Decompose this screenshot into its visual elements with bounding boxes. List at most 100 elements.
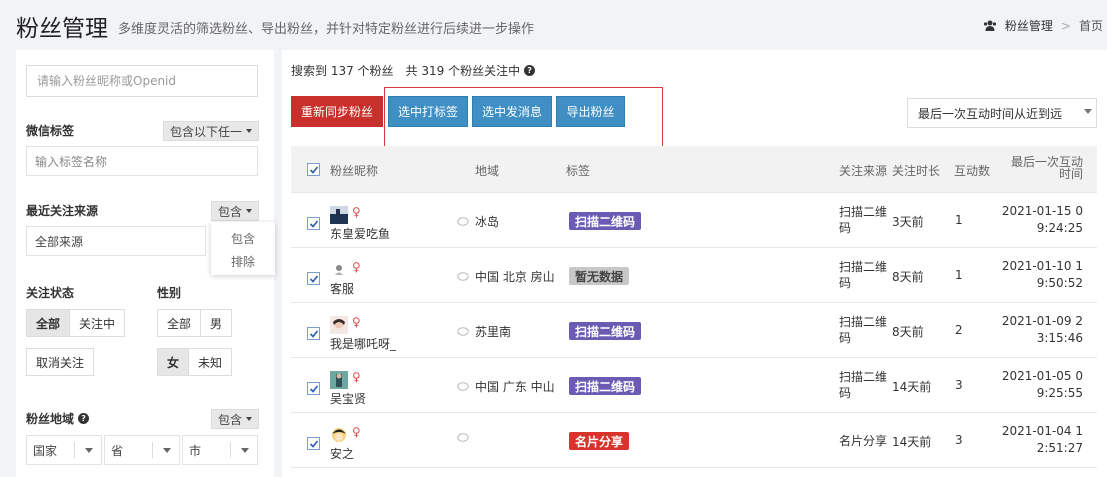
search-result-count: 搜索到 137 个粉丝 <box>291 64 394 78</box>
fan-nickname[interactable]: 安之 <box>330 445 354 462</box>
follow-status-all[interactable]: 全部 <box>26 309 71 337</box>
last-interaction-line1: 2021-01-15 0 <box>1001 204 1083 218</box>
fan-source: 扫描二维码 <box>839 370 888 400</box>
fan-tag[interactable]: 扫描二维码 <box>569 322 642 340</box>
gender-segment-row2: 女 未知 <box>157 348 233 376</box>
select-all-checkbox[interactable] <box>307 163 320 176</box>
fan-follow-duration: 8天前 <box>892 325 924 339</box>
chevron-down-icon <box>1084 109 1092 114</box>
last-interaction-line2: 2:51:27 <box>1036 441 1083 455</box>
source-mode-dropdown[interactable]: 包含 <box>211 201 260 221</box>
fan-tag[interactable]: 名片分享 <box>569 432 630 450</box>
fan-nickname[interactable]: 客服 <box>330 280 354 297</box>
col-interactions: 互动数 <box>954 164 991 178</box>
region-label-wrap: 粉丝地域 ? <box>26 410 90 427</box>
region-mode-dropdown[interactable]: 包含 <box>211 409 260 429</box>
table-row[interactable]: ♀ 我是哪吒呀_ 苏里南 扫描二维码 扫描二维码 8天前 2 2021-01-0… <box>291 303 1097 358</box>
fan-nickname[interactable]: 东皇爱吃鱼 <box>330 225 390 242</box>
page-title: 粉丝管理 <box>16 16 108 42</box>
region-mode-text: 包含 <box>218 412 243 427</box>
total-following-count: 共 319 个粉丝关注中 <box>405 64 521 78</box>
fan-tag[interactable]: 扫描二维码 <box>569 212 642 230</box>
gender-unknown[interactable]: 未知 <box>188 348 233 376</box>
chat-bubble-icon <box>457 216 469 226</box>
wechat-tag-mode-dropdown[interactable]: 包含以下任一 <box>163 121 260 141</box>
col-last-interaction: 最后一次互动时间 <box>1010 155 1083 181</box>
tag-selected-button[interactable]: 选中打标签 <box>388 96 468 127</box>
col-source: 关注来源 <box>839 164 888 178</box>
source-select[interactable]: 全部来源 <box>26 226 206 256</box>
fan-last-interaction: 2021-01-15 0 9:24:25 <box>1001 203 1083 237</box>
breadcrumb-home[interactable]: 首页 <box>1079 17 1103 34</box>
last-interaction-line2: 9:24:25 <box>1036 221 1083 235</box>
fan-region <box>457 433 475 443</box>
row-checkbox[interactable] <box>307 437 320 450</box>
row-checkbox[interactable] <box>307 327 320 340</box>
gender-female[interactable]: 女 <box>157 348 190 376</box>
search-summary: 搜索到 137 个粉丝 共 319 个粉丝关注中 ? <box>291 62 536 79</box>
table-row[interactable]: ♀ 客服 中国 北京 房山 暂无数据 扫描二维码 8天前 1 2021-01-1… <box>291 248 1097 303</box>
row-checkbox[interactable] <box>307 272 320 285</box>
follow-status-following[interactable]: 关注中 <box>69 309 126 337</box>
sort-order-text: 最后一次互动时间从近到远 <box>918 106 1063 121</box>
fan-search-input[interactable] <box>26 65 258 97</box>
chat-bubble-icon <box>457 433 469 442</box>
chevron-down-icon <box>163 448 171 453</box>
row-checkbox[interactable] <box>307 382 320 395</box>
female-icon: ♀ <box>352 370 361 384</box>
fan-tag[interactable]: 暂无数据 <box>569 267 630 285</box>
breadcrumb-current[interactable]: 粉丝管理 <box>1005 17 1053 34</box>
message-selected-button[interactable]: 选中发消息 <box>472 96 552 127</box>
fan-region-text: 冰岛 <box>475 215 500 229</box>
resync-fans-button[interactable]: 重新同步粉丝 <box>291 96 383 127</box>
gender-male[interactable]: 男 <box>200 309 233 337</box>
check-icon <box>309 329 318 338</box>
popup-option-include[interactable]: 包含 <box>231 230 255 247</box>
page-header: 粉丝管理 多维度灵活的筛选粉丝、导出粉丝，并针对特定粉丝进行后续进一步操作 粉丝… <box>0 0 1107 50</box>
fan-source: 扫描二维码 <box>839 205 888 235</box>
follow-status-unfollowed[interactable]: 取消关注 <box>26 348 95 376</box>
fan-tag[interactable]: 扫描二维码 <box>569 377 642 395</box>
chat-bubble-icon <box>457 326 469 336</box>
follow-status-segment-row2: 取消关注 <box>26 348 95 376</box>
breadcrumb-separator: > <box>1060 18 1071 33</box>
help-icon[interactable]: ? <box>524 65 536 76</box>
chevron-down-icon <box>85 448 93 453</box>
fan-interaction-count: 1 <box>955 213 963 227</box>
table-row[interactable]: ♀ 吴宝贤 中国 广东 中山 扫描二维码 扫描二维码 14天前 3 2021-0… <box>291 358 1097 413</box>
female-icon: ♀ <box>352 260 361 274</box>
city-select[interactable]: 市 <box>182 435 258 465</box>
table-row[interactable]: ♀ 东皇爱吃鱼 冰岛 扫描二维码 扫描二维码 3天前 1 2021-01-15 … <box>291 193 1097 248</box>
fan-list-panel: 搜索到 137 个粉丝 共 319 个粉丝关注中 ? 重新同步粉丝 选中打标签 … <box>282 50 1107 477</box>
follow-status-segment: 全部 关注中 <box>26 309 126 337</box>
last-interaction-line1: 2021-01-10 1 <box>1001 259 1083 273</box>
fan-nickname[interactable]: 我是哪吒呀_ <box>330 335 396 352</box>
export-fans-button[interactable]: 导出粉丝 <box>556 96 625 127</box>
table-header: 粉丝昵称 地域 标签 关注来源 关注时长 互动数 最后一次互动时间 <box>291 146 1097 193</box>
fan-nickname[interactable]: 吴宝贤 <box>330 390 366 407</box>
popup-option-exclude[interactable]: 排除 <box>231 253 255 270</box>
chat-bubble-icon <box>457 381 469 391</box>
help-icon[interactable]: ? <box>78 413 90 424</box>
fan-interaction-count: 1 <box>955 268 963 282</box>
fan-source: 扫描二维码 <box>839 315 888 345</box>
row-checkbox[interactable] <box>307 217 320 230</box>
fan-last-interaction: 2021-01-04 1 2:51:27 <box>1001 423 1083 457</box>
sort-order-select[interactable]: 最后一次互动时间从近到远 <box>907 98 1097 128</box>
check-icon <box>309 439 318 448</box>
last-interaction-line2: 9:25:55 <box>1036 386 1083 400</box>
province-select[interactable]: 省 <box>104 435 180 465</box>
last-interaction-line1: 2021-01-09 2 <box>1001 314 1083 328</box>
table-row[interactable]: ♀ 安之 名片分享 名片分享 14天前 3 2021-01-04 1 2:51:2… <box>291 413 1097 468</box>
check-icon <box>309 384 318 393</box>
check-icon <box>309 274 318 283</box>
tag-name-input[interactable]: 输入标签名称 <box>26 146 258 176</box>
gender-all[interactable]: 全部 <box>157 309 202 337</box>
chevron-down-icon <box>246 209 253 213</box>
fan-follow-duration: 3天前 <box>892 215 924 229</box>
fan-interaction-count: 3 <box>955 433 963 447</box>
country-select[interactable]: 国家 <box>26 435 102 465</box>
fan-last-interaction: 2021-01-05 0 9:25:55 <box>1001 368 1083 402</box>
chat-bubble-icon <box>457 271 469 281</box>
fan-source: 名片分享 <box>839 434 888 448</box>
